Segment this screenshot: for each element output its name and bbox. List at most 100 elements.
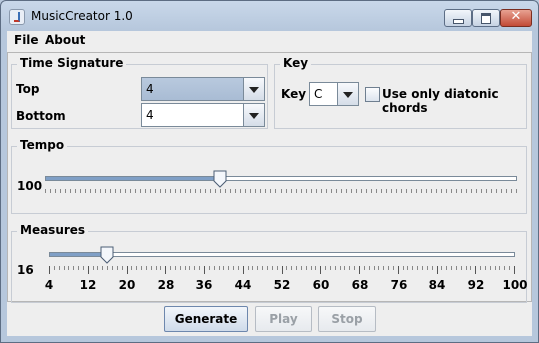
tick-mark (441, 266, 442, 270)
generate-button[interactable]: Generate (164, 306, 248, 332)
play-button[interactable]: Play (255, 306, 312, 332)
measures-tick-label: 92 (467, 278, 485, 292)
chevron-down-icon[interactable] (337, 83, 358, 105)
tick-mark (499, 266, 500, 270)
bottom-label: Bottom (16, 109, 66, 123)
java-app-icon (9, 9, 25, 25)
tick-mark (54, 266, 55, 270)
tick-mark (393, 266, 394, 270)
tick-mark (422, 266, 423, 270)
tick-mark (281, 189, 282, 193)
tick-mark (60, 189, 61, 193)
tick-mark (456, 266, 457, 270)
tick-mark (351, 189, 352, 193)
tick-mark (398, 266, 399, 274)
close-button[interactable]: ✕ (500, 9, 532, 27)
tick-mark (170, 266, 171, 270)
tick-mark (45, 189, 46, 193)
tick-mark (506, 189, 507, 193)
tick-mark (378, 266, 379, 270)
tick-mark (250, 189, 251, 193)
tick-mark (386, 189, 387, 193)
maximize-button[interactable] (472, 9, 500, 27)
tick-mark (200, 189, 201, 193)
tick-mark (504, 266, 505, 270)
menu-bar: File About (7, 31, 532, 51)
measures-slider-track[interactable] (49, 252, 515, 257)
tick-mark (243, 266, 244, 274)
tick-mark (336, 189, 337, 193)
tick-mark (59, 266, 60, 270)
tick-mark (277, 266, 278, 270)
tick-mark (416, 189, 417, 193)
tick-mark (95, 189, 96, 193)
tick-mark (301, 189, 302, 193)
measures-tick-label: 68 (351, 278, 369, 292)
tick-mark (146, 266, 147, 270)
tick-mark (215, 189, 216, 193)
chevron-down-icon[interactable] (243, 104, 264, 126)
tempo-slider-fill (46, 177, 220, 180)
measures-tick-label: 84 (428, 278, 446, 292)
measures-tick-label: 20 (118, 278, 136, 292)
tick-mark (199, 266, 200, 270)
key-value: C (314, 87, 323, 101)
tick-mark (189, 266, 190, 270)
tick-mark (127, 266, 128, 274)
tick-mark (401, 189, 402, 193)
tick-mark (475, 266, 476, 274)
tick-mark (335, 266, 336, 270)
menu-about[interactable]: About (45, 33, 85, 47)
tick-mark (190, 189, 191, 193)
tick-mark (145, 189, 146, 193)
tick-mark (301, 266, 302, 270)
tempo-slider-thumb[interactable] (213, 170, 227, 188)
tick-mark (470, 266, 471, 270)
tick-mark (185, 189, 186, 193)
tick-mark (466, 266, 467, 270)
bottom-value: 4 (146, 108, 154, 122)
tick-mark (230, 189, 231, 193)
tick-mark (150, 189, 151, 193)
tick-mark (481, 189, 482, 193)
tick-mark (451, 266, 452, 270)
tick-mark (346, 189, 347, 193)
measures-title: Measures (17, 223, 89, 237)
minimize-button[interactable] (444, 9, 472, 27)
tick-mark (369, 266, 370, 270)
tick-mark (115, 189, 116, 193)
measures-slider-thumb[interactable] (100, 246, 114, 264)
tick-mark (85, 189, 86, 193)
key-label: Key (281, 87, 307, 101)
measures-tick-label: 60 (312, 278, 330, 292)
measures-tick-label: 28 (157, 278, 175, 292)
tick-mark (204, 266, 205, 274)
tick-mark (165, 189, 166, 193)
bottom-combo[interactable]: 4 (141, 103, 265, 127)
tick-mark (344, 266, 345, 270)
tick-mark (426, 189, 427, 193)
top-value: 4 (146, 82, 154, 96)
top-combo[interactable]: 4 (141, 77, 265, 101)
diatonic-label[interactable]: Use only diatonic chords (382, 87, 526, 115)
stop-button[interactable]: Stop (318, 306, 376, 332)
key-combo[interactable]: C (309, 82, 359, 106)
menu-file[interactable]: File (14, 33, 39, 47)
tick-mark (130, 189, 131, 193)
tick-mark (282, 266, 283, 274)
diatonic-checkbox[interactable] (365, 87, 380, 102)
time-signature-title: Time Signature (17, 56, 127, 70)
tempo-slider-track[interactable] (45, 176, 517, 181)
tick-mark (93, 266, 94, 270)
tick-mark (100, 189, 101, 193)
tick-mark (265, 189, 266, 193)
tick-mark (210, 189, 211, 193)
tick-mark (432, 266, 433, 270)
chevron-down-icon[interactable] (243, 78, 264, 100)
main-panel: Time Signature Top 4 Bottom 4 Key Key C (7, 52, 532, 303)
tick-mark (240, 189, 241, 193)
tick-mark (68, 266, 69, 270)
tick-mark (136, 266, 137, 270)
tick-mark (436, 189, 437, 193)
title-bar[interactable]: MusicCreator 1.0 ✕ (1, 1, 538, 31)
